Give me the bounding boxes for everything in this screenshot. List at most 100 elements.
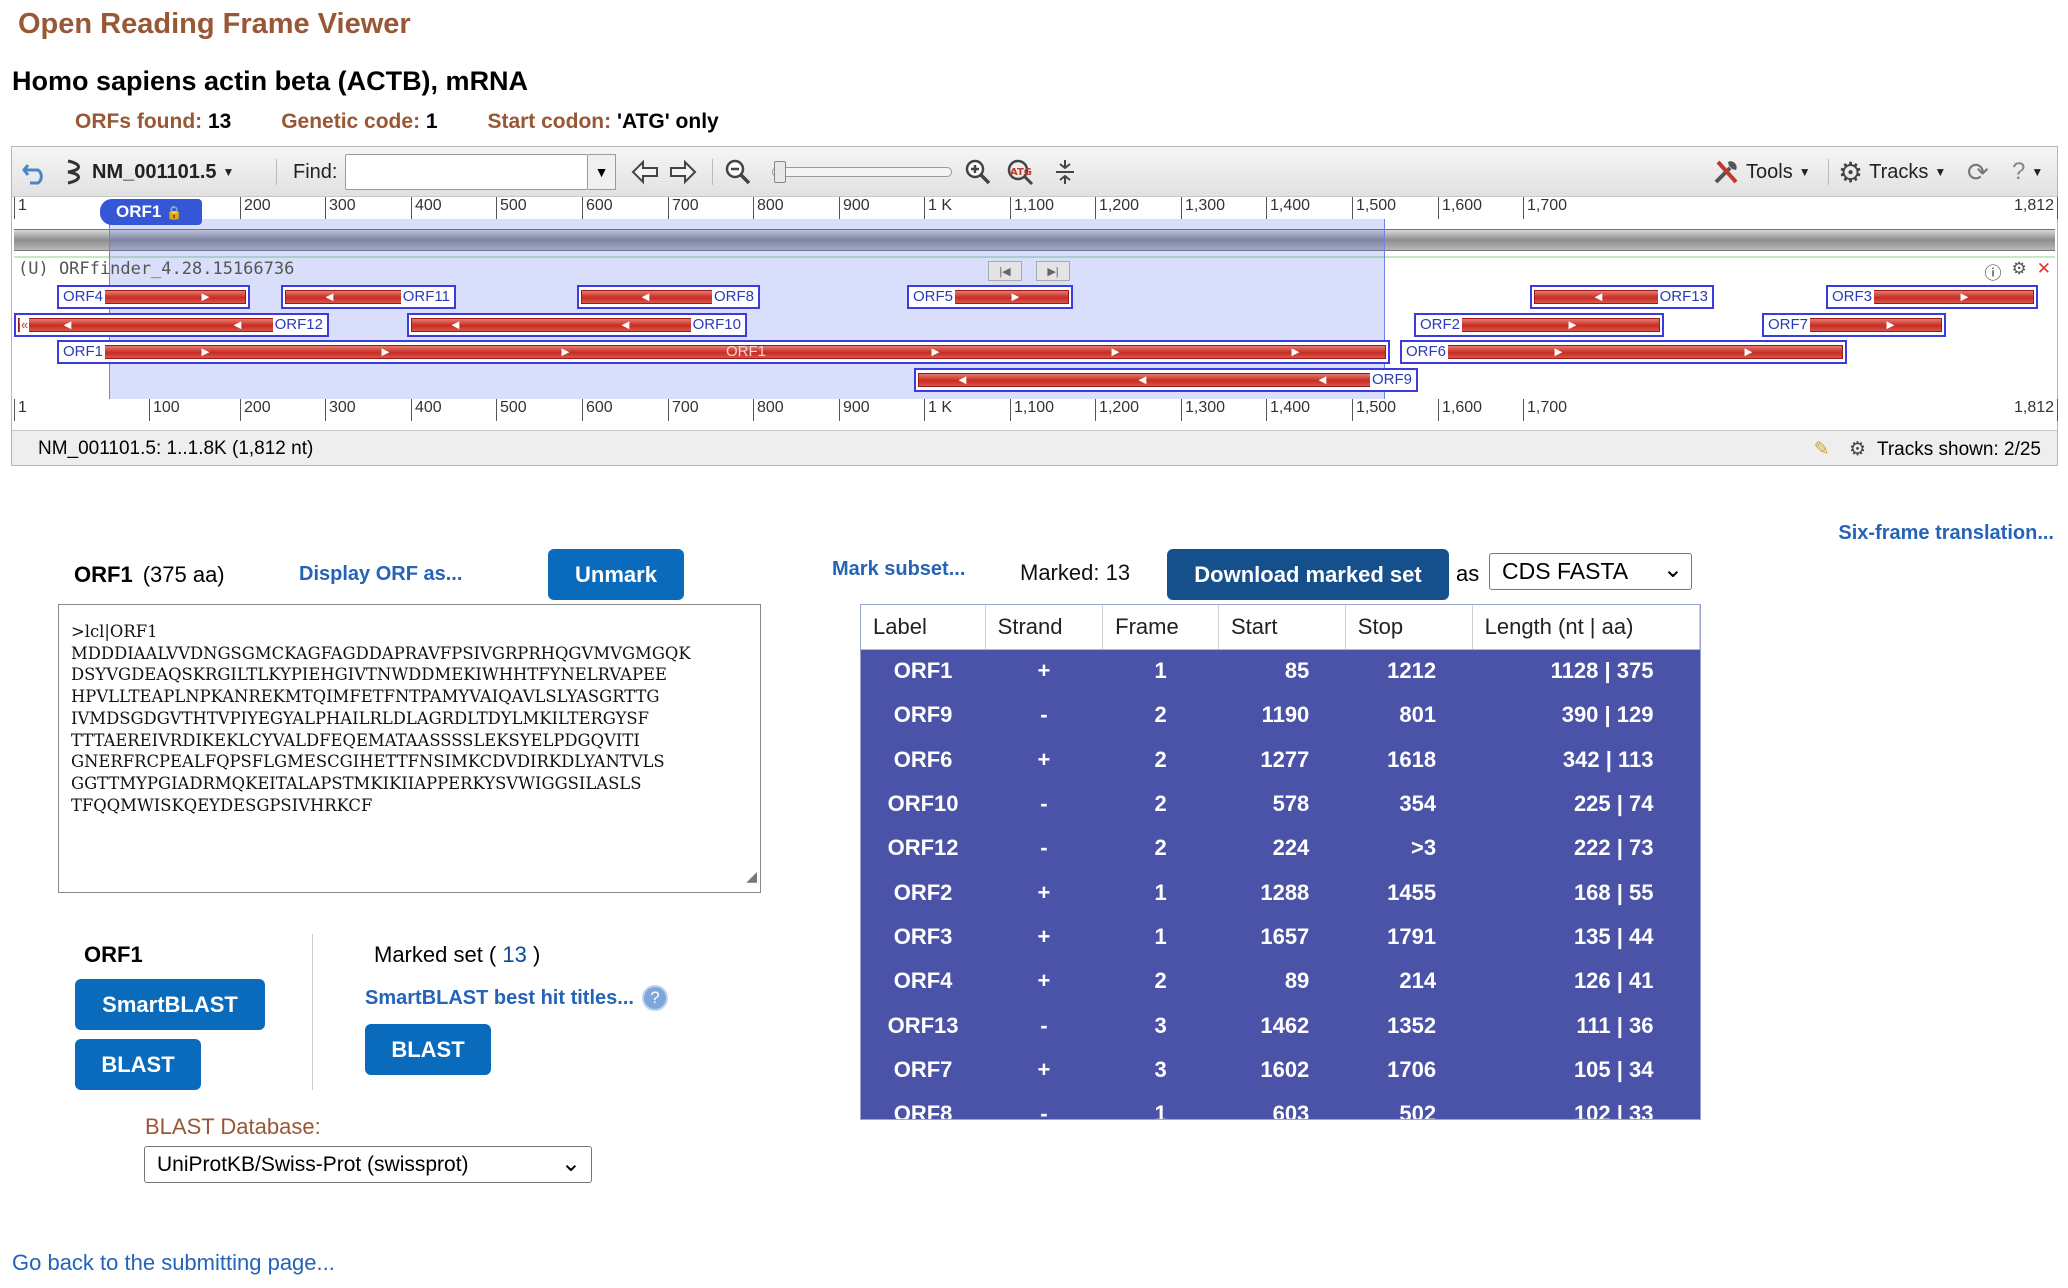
table-cell: + [985, 1047, 1103, 1092]
table-cell: 1618 [1345, 737, 1473, 782]
orf-feature-orf4[interactable]: ORF4 ► [57, 285, 250, 309]
start-codon-value: 'ATG' only [616, 110, 719, 133]
table-row[interactable]: ORF3 +1 1657 1791 135 | 44 [861, 914, 1700, 960]
gear-icon: ⚙ [1838, 156, 1864, 188]
table-row[interactable]: ORF12-2 224 >3 222 | 73 [861, 826, 1700, 871]
back-icon[interactable] [22, 157, 50, 187]
selected-orf-flag-label: ORF1 [116, 202, 162, 221]
table-row[interactable]: ORF9-2 1190 801 390 | 129 [861, 693, 1700, 738]
table-header-row: Label Strand Frame Start Stop Length (nt | aa… [861, 605, 1700, 650]
orf-fasta-textarea[interactable]: >lcl|ORF1 MDDDIAALVVDNGSGMCKAGFAGDDAPRAV… [58, 604, 761, 893]
orf-feature-orf3[interactable]: ORF3 ► [1826, 285, 2038, 309]
table-row[interactable]: ORF2 +1 1288 1455 168 | 55 [861, 870, 1700, 915]
arrow-left-icon[interactable] [630, 157, 660, 187]
table-cell: 1602 [1218, 1047, 1346, 1092]
mark-subset-link[interactable]: Mark subset... [832, 558, 965, 581]
zoom-slider[interactable] [772, 167, 952, 177]
ruler-tick: 1,300 [1181, 197, 1225, 219]
orf-feature-orf2[interactable]: ORF2 ► [1414, 313, 1664, 337]
toolbar-divider [1828, 159, 1829, 185]
orf-feature-orf9[interactable]: ◄ ◄ ◄ ORF9 [914, 368, 1418, 392]
blast-marked-button[interactable]: BLAST [365, 1024, 491, 1075]
close-icon[interactable]: ✕ [2037, 259, 2051, 284]
chevron-down-icon: ⌄ [1662, 556, 1683, 583]
orf-feature-orf11[interactable]: ◄ ORF11 [281, 285, 456, 309]
best-hit-row: SmartBLAST best hit titles...? [365, 985, 668, 1011]
arrow-right-icon[interactable] [668, 157, 698, 187]
ruler-tick: 1,100 [1010, 197, 1054, 219]
column-header[interactable]: Start [1218, 605, 1346, 650]
six-frame-translation-link[interactable]: Six-frame translation... [1838, 522, 2054, 545]
gear-icon[interactable]: ⚙ [1849, 439, 1866, 460]
table-cell: 1 [1102, 914, 1219, 960]
zoom-slider-thumb[interactable] [774, 161, 786, 183]
table-cell: 801 [1345, 693, 1473, 738]
ruler-tick: 1 K [924, 197, 952, 219]
tools-menu[interactable]: Tools ▼ [1712, 157, 1811, 187]
download-marked-set-button[interactable]: Download marked set [1167, 549, 1449, 600]
blast-database-select[interactable]: UniProtKB/Swiss-Prot (swissprot) ⌄ [144, 1146, 592, 1183]
orf-feature-orf5[interactable]: ORF5 ► [907, 285, 1073, 309]
fit-view-icon[interactable] [1052, 157, 1078, 187]
smartblast-button[interactable]: SmartBLAST [75, 979, 265, 1030]
find-label: Find: [293, 160, 338, 183]
arrow-right-icon: ► [199, 289, 212, 304]
column-header[interactable]: Strand [985, 605, 1104, 650]
edit-icon[interactable]: ✎ [1814, 439, 1830, 460]
find-input[interactable] [345, 154, 588, 190]
zoom-to-sequence-icon[interactable]: ATG [1006, 157, 1034, 187]
tracks-menu[interactable]: ⚙ Tracks ▼ [1838, 156, 1946, 188]
orf-feature-orf1[interactable]: ORF1 ► ► ► ORF1 ► ► ► [57, 340, 1390, 364]
blast-orf-button[interactable]: BLAST [75, 1039, 201, 1090]
gear-icon[interactable]: ⚙ [2012, 259, 2027, 284]
orf-feature-orf12[interactable]: « ◄ ◄ ORF12 [14, 313, 329, 337]
table-cell: ORF1 [861, 649, 986, 694]
zoom-out-icon[interactable] [724, 157, 752, 187]
orf-feature-orf8[interactable]: ◄ ORF8 [577, 285, 760, 309]
table-cell: ORF10 [861, 781, 986, 827]
table-row[interactable]: ORF1 +1 85 1212 1128 | 375 [861, 649, 1700, 694]
viewer-status-bar: NM_001101.5: 1..1.8K (1,812 nt) ✎ ⚙ Trac… [12, 430, 2057, 465]
table-row[interactable]: ORF6 +2 1277 1618 342 | 113 [861, 737, 1700, 782]
column-header[interactable]: Stop [1345, 605, 1473, 650]
orf-feature-orf13[interactable]: ◄ ORF13 [1530, 285, 1714, 309]
zoom-in-icon[interactable] [964, 157, 992, 187]
column-header[interactable]: Frame [1102, 605, 1219, 650]
download-format-select[interactable]: CDS FASTA ⌄ [1489, 553, 1692, 590]
marked-set-close: ) [533, 942, 541, 967]
go-back-link[interactable]: Go back to the submitting page... [12, 1250, 335, 1276]
arrow-left-icon: ◄ [619, 317, 632, 332]
first-page-icon[interactable]: |◀ [988, 261, 1022, 281]
ruler-tick: 200 [240, 197, 271, 219]
orf-feature-orf7[interactable]: ORF7 ► [1762, 313, 1946, 337]
help-menu[interactable]: ? ▼ [2012, 157, 2043, 187]
ruler-tick: 800 [753, 197, 784, 219]
unmark-button[interactable]: Unmark [548, 549, 684, 600]
ruler-tick: 1 K [924, 399, 952, 421]
selected-orf-flag[interactable]: ORF1 🔒 [100, 199, 202, 225]
ruler-tick: 1,500 [1352, 399, 1396, 421]
table-cell: 168 | 55 [1472, 870, 1700, 915]
refresh-icon[interactable]: ⟳ [1967, 157, 1989, 187]
tracks-shown-status: ✎ ⚙ Tracks shown: 2/25 [1814, 438, 2041, 461]
column-header[interactable]: Length (nt | aa) [1472, 605, 1700, 650]
table-row[interactable]: ORF10-2 578 354 225 | 74 [861, 781, 1700, 827]
smartblast-best-hit-link[interactable]: SmartBLAST best hit titles... [365, 987, 634, 1010]
table-row[interactable]: ORF13-3 1462 1352 111 | 36 [861, 1003, 1700, 1048]
resize-grip-icon[interactable]: ◢ [746, 867, 757, 889]
table-row[interactable]: ORF8-1 603 502 102 | 33 [861, 1091, 1700, 1119]
marked-count: Marked: 13 [1020, 560, 1131, 585]
orf-feature-orf6[interactable]: ORF6 ► ► [1400, 340, 1847, 364]
sequence-menu[interactable]: NM_001101.5 ▼ [64, 157, 234, 187]
arrow-left-icon: ◄ [449, 317, 462, 332]
help-icon[interactable]: ? [641, 985, 668, 1011]
orf-feature-orf10[interactable]: ◄ ◄ ORF10 [407, 313, 747, 337]
orfs-found-value: 13 [207, 110, 232, 133]
next-page-icon[interactable]: ▶| [1036, 261, 1070, 281]
info-icon[interactable]: ⓘ [1985, 259, 2002, 284]
column-header[interactable]: Label [861, 605, 986, 650]
display-orf-as-link[interactable]: Display ORF as... [299, 563, 462, 586]
table-row[interactable]: ORF7 +3 1602 1706 105 | 34 [861, 1047, 1700, 1092]
table-row[interactable]: ORF4 +2 89 214 126 | 41 [861, 959, 1700, 1004]
find-dropdown-button[interactable]: ▼ [588, 154, 616, 190]
